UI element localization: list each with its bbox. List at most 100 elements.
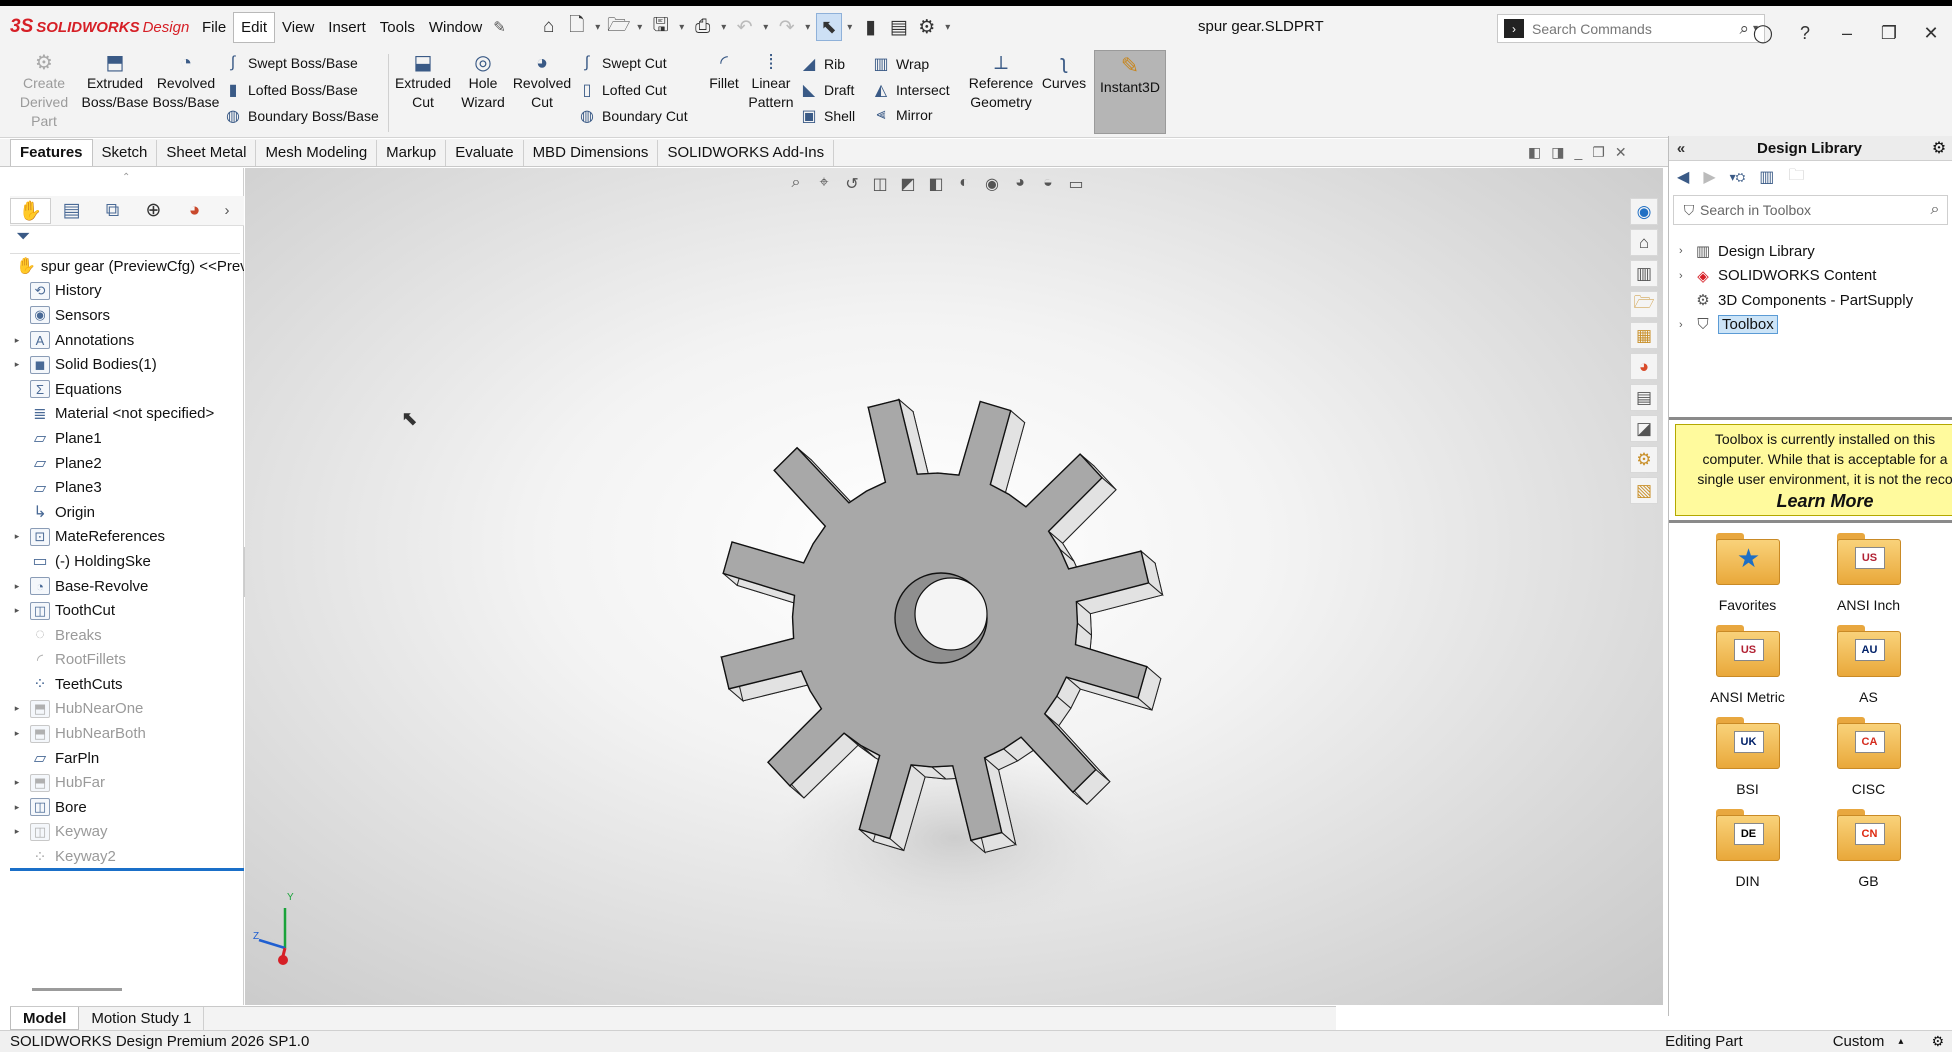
expand-chevron-icon[interactable]: › [1679,270,1693,282]
create-new-folder-icon[interactable]: 🗀 [1788,164,1804,191]
boundary-boss-button[interactable]: ◍ Boundary Boss/Base [224,106,379,126]
lofted-boss-button[interactable]: ▮ Lofted Boss/Base [224,80,358,100]
save-icon[interactable]: 🖫 [648,13,674,41]
feature-tree-tab-icon[interactable]: ✋ [10,197,51,224]
tab-solidworks-add-ins[interactable]: SOLIDWORKS Add-Ins [658,140,835,166]
add-to-library-icon[interactable]: ▾⛭ [1730,170,1746,185]
display-style-icon[interactable]: ◐ [953,174,975,194]
mirror-button[interactable]: ⫷ Mirror [872,106,932,124]
configuration-manager-tab-icon[interactable]: ⧉ [92,200,133,222]
menu-view[interactable]: View [275,13,321,42]
feature-tree-item[interactable]: ◜ RootFillets [10,648,244,673]
intersect-button[interactable]: ◭ Intersect [872,80,950,100]
custom-properties-icon[interactable]: ▤ [1630,384,1658,411]
shell-button[interactable]: ▣ Shell [800,106,855,126]
design-library-tree-item[interactable]: › ▥ Design Library [1669,239,1952,264]
feature-tree-item[interactable]: ⟲ History [10,279,244,304]
feature-tree-item[interactable]: ✋ spur gear (PreviewCfg) <<Prev [10,254,244,279]
forum-icon[interactable]: ◪ [1630,415,1658,442]
filter-icon[interactable]: ⏷ [10,226,240,254]
feature-tree-item[interactable]: ▭ (-) HoldingSke [10,549,244,574]
add-file-location-icon[interactable]: ▥ [1759,167,1774,187]
unit-system[interactable]: Custom [1833,1033,1885,1050]
print-dropdown-icon[interactable]: ▾ [718,22,730,33]
dimxpert-tab-icon[interactable]: ⊕ [133,199,174,222]
tab-model[interactable]: Model [10,1007,80,1030]
hole-wizard-button[interactable]: ◎ Hole Wizard [456,52,510,112]
open-folder-icon[interactable]: 🗁 [606,13,632,41]
standard-folder[interactable]: UK BSI [1687,717,1808,797]
feature-tree-item[interactable]: ▸ ◫ Keyway [10,820,244,845]
horizontal-scrollbar[interactable] [32,988,122,991]
tab-markup[interactable]: Markup [377,140,447,166]
learn-more-link[interactable]: Learn More [1676,489,1952,513]
revolved-cut-button[interactable]: ◕ Revolved Cut [512,52,572,112]
lofted-cut-button[interactable]: ▯ Lofted Cut [578,80,667,100]
view-orientation-icon[interactable]: ◧ [925,174,947,194]
toolbox-pane-icon[interactable]: ▧ [1630,477,1658,504]
feature-tree-item[interactable]: ◌ Breaks [10,623,244,648]
search-icon[interactable]: ⌕ [1923,201,1947,219]
panel-handle[interactable]: ⌃ [122,172,130,183]
boundary-cut-button[interactable]: ◍ Boundary Cut [578,106,688,126]
doc-minimize-icon[interactable]: _ [1574,144,1582,161]
back-arrow-icon[interactable]: ◀ [1677,167,1689,187]
spur-gear-model[interactable] [715,328,1215,968]
feature-tree-item[interactable]: ▸ ◔ Base-Revolve [10,574,244,599]
tab-mbd-dimensions[interactable]: MBD Dimensions [524,140,659,166]
new-document-icon[interactable]: 🗋 [564,13,590,41]
expand-chevron-icon[interactable]: ▸ [10,581,24,592]
design-library-tree-item[interactable]: ⚙ 3D Components - PartSupply [1669,288,1952,313]
feature-tree-item[interactable]: ▱ Plane3 [10,475,244,500]
user-account-icon[interactable]: ◯ [1742,23,1784,44]
instant3d-button[interactable]: ✎ Instant3D [1094,50,1166,134]
collapse-pane-icon[interactable]: « [1669,140,1693,157]
save-dropdown-icon[interactable]: ▾ [676,22,688,33]
reference-geometry-button[interactable]: ⟂ Reference Geometry [966,52,1036,112]
swept-cut-button[interactable]: ∫ Swept Cut [578,54,667,72]
feature-tree-item[interactable]: ▱ FarPln [10,746,244,771]
solidworks-resources-icon[interactable]: ◉ [1630,198,1658,225]
file-explorer-icon[interactable]: 🗁 [1630,291,1658,318]
design-library-tree-item[interactable]: › ⛉ Toolbox [1669,313,1952,338]
redo-dropdown-icon[interactable]: ▾ [802,22,814,33]
curves-button[interactable]: ʅ Curves [1038,52,1090,93]
partsupply-icon[interactable]: ⚙ [1630,446,1658,473]
tab-motion-study-1[interactable]: Motion Study 1 [79,1007,205,1030]
menu-window[interactable]: Window [422,13,489,42]
linear-pattern-button[interactable]: ⁞ Linear Pattern [746,52,796,112]
home-pane-icon[interactable]: ⌂ [1630,229,1658,256]
design-library-tab-icon[interactable]: ▥ [1630,260,1658,287]
doc-restore-icon[interactable]: ❐ [1592,144,1605,161]
feature-tree-item[interactable]: ◉ Sensors [10,303,244,328]
appearances-icon[interactable]: ◕ [1630,353,1658,380]
view-palette-icon[interactable]: ▦ [1630,322,1658,349]
tile-right-icon[interactable]: ◨ [1551,144,1564,161]
create-derived-part-button[interactable]: ⚙ Create Derived Part [12,52,76,131]
property-manager-tab-icon[interactable]: ▤ [51,199,92,222]
standard-folder[interactable]: ★ Favorites [1687,533,1808,613]
feature-tree-item[interactable]: ▱ Plane2 [10,451,244,476]
standard-folder[interactable]: US ANSI Metric [1687,625,1808,705]
new-dropdown-icon[interactable]: ▾ [592,22,604,33]
extruded-boss-button[interactable]: ⬒ Extruded Boss/Base [80,52,150,112]
menu-file[interactable]: File [195,13,233,42]
draft-button[interactable]: ◣ Draft [800,80,855,100]
standard-folder[interactable]: US ANSI Inch [1808,533,1929,613]
help-icon[interactable]: ? [1784,23,1826,44]
dynamic-annotation-icon[interactable]: ◩ [897,174,919,194]
display-manager-tab-icon[interactable]: ◕ [174,200,215,222]
expand-chevron-icon[interactable]: ▸ [10,703,24,714]
select-arrow-icon[interactable]: ⬉ [815,13,842,41]
extruded-cut-button[interactable]: ⬓ Extruded Cut [392,52,454,112]
options-gear-icon[interactable]: ⚙ [914,13,940,41]
zoom-to-fit-icon[interactable]: ⌕ [785,174,807,194]
expand-chevron-icon[interactable]: › [1679,319,1693,331]
file-properties-icon[interactable]: ▤ [886,13,912,41]
feature-tree-item[interactable]: ≣ Material <not specified> [10,402,244,427]
tab-evaluate[interactable]: Evaluate [446,140,524,166]
edit-appearance-icon[interactable]: ◕ [1009,174,1031,194]
print-icon[interactable]: ⎙ [690,13,716,41]
menu-edit[interactable]: Edit [233,11,276,43]
menu-insert[interactable]: Insert [321,13,373,42]
